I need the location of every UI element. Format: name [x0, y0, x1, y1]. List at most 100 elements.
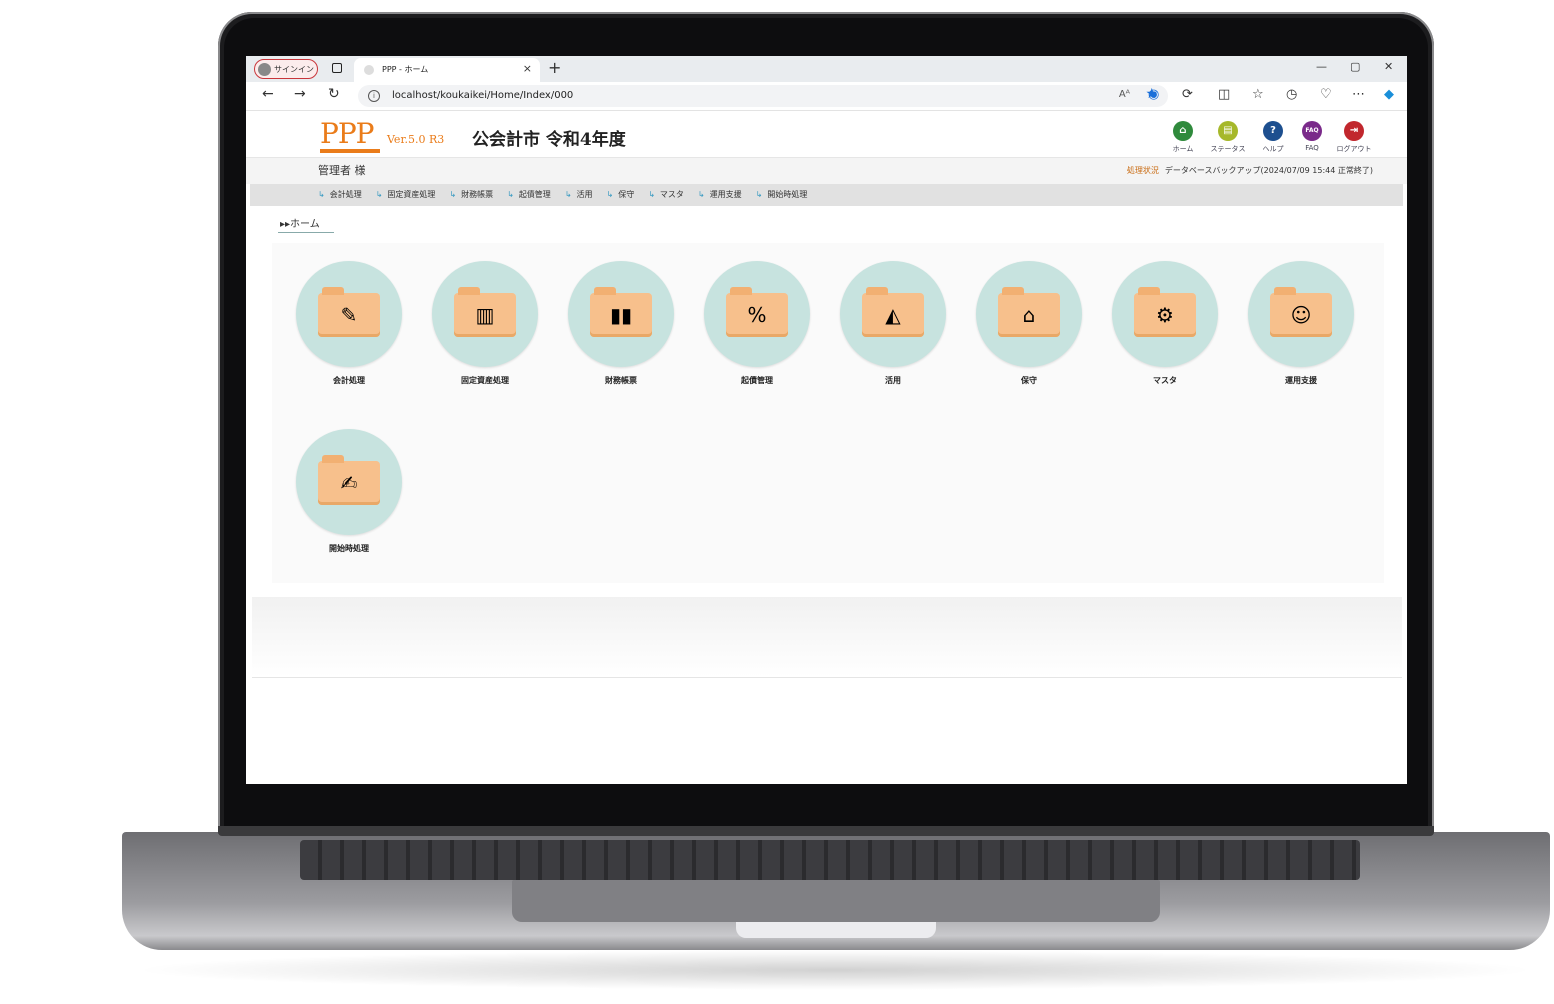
header-button-1[interactable]: ▤ ステータス: [1206, 121, 1250, 154]
breadcrumb[interactable]: ▸▸ホーム: [278, 215, 334, 233]
gear-window-icon: ⚙: [1156, 303, 1174, 327]
tile-label: 会計処理: [333, 376, 365, 385]
menu-item-label: 起債管理: [518, 190, 551, 199]
folder-icon: ✎: [318, 287, 380, 337]
tile-circle: %: [704, 261, 810, 367]
reload-icon[interactable]: ↻: [328, 86, 340, 102]
tile-label: 活用: [885, 376, 901, 385]
menu-item-label: 保守: [618, 190, 635, 199]
page-title: 公会計市 令和4年度: [472, 130, 626, 150]
favorites-icon[interactable]: ☆: [1252, 88, 1264, 102]
tab-actions-icon[interactable]: [332, 63, 342, 73]
folder-icon: ⌂: [998, 287, 1060, 337]
menu-tile-5[interactable]: ⌂ 保守: [974, 261, 1084, 386]
menu-item-label: 活用: [576, 190, 593, 199]
close-window-button[interactable]: ✕: [1384, 60, 1393, 73]
new-tab-button[interactable]: +: [548, 58, 561, 77]
menu-item-5[interactable]: ↳ 保守: [607, 189, 635, 200]
menu-arrow-icon: ↳: [564, 190, 572, 199]
status-message: 処理状況 データベースバックアップ(2024/07/09 15:44 正常終了): [1127, 165, 1373, 176]
tile-circle: ✍: [296, 429, 402, 535]
menu-item-1[interactable]: ↳ 固定資産処理: [376, 189, 436, 200]
tile-label: 固定資産処理: [461, 376, 509, 385]
folder-icon: ☺: [1270, 287, 1332, 337]
tab-close-icon[interactable]: ×: [523, 62, 532, 75]
tile-circle: ☺: [1248, 261, 1354, 367]
history-icon[interactable]: ◷: [1286, 88, 1297, 102]
folder-icon: %: [726, 287, 788, 337]
menu-tile-0[interactable]: ✎ 会計処理: [294, 261, 404, 386]
menu-arrow-icon: ↳: [606, 190, 614, 199]
forward-icon[interactable]: →: [294, 86, 306, 102]
faq-icon: FAQ: [1302, 121, 1322, 141]
trackpad: [512, 880, 1160, 922]
keyboard: [300, 840, 1360, 880]
header-button-label: ステータス: [1210, 145, 1246, 153]
menu-item-label: 財務帳票: [461, 190, 494, 199]
menu-tile-8[interactable]: ✍ 開始時処理: [294, 429, 404, 554]
menu-item-2[interactable]: ↳ 財務帳票: [449, 189, 493, 200]
tile-label: 起債管理: [741, 376, 773, 385]
ppp-logo[interactable]: PPP: [320, 117, 380, 153]
menu-tile-4[interactable]: ◭ 活用: [838, 261, 948, 386]
tile-circle: ▮▮: [568, 261, 674, 367]
profile-icon: [258, 62, 271, 76]
copilot-icon[interactable]: ◆: [1384, 88, 1394, 102]
menu-tile-6[interactable]: ⚙ マスタ: [1110, 261, 1220, 386]
menu-item-label: 運用支援: [709, 190, 742, 199]
percent-icon: %: [747, 303, 767, 327]
browser-tab[interactable]: PPP - ホーム ×: [354, 58, 540, 82]
puzzle-icon[interactable]: ⟳: [1182, 88, 1193, 102]
menu-item-7[interactable]: ↳ 運用支援: [698, 189, 742, 200]
tile-circle: ✎: [296, 261, 402, 367]
menu-item-0[interactable]: ↳ 会計処理: [318, 189, 362, 200]
header-button-0[interactable]: ⌂ ホーム: [1161, 121, 1205, 154]
read-aloud-icon[interactable]: Aᴬ: [1119, 89, 1130, 100]
tab-bar: サインイン PPP - ホーム × + — ▢ ✕: [246, 56, 1407, 82]
site-info-icon[interactable]: i: [368, 90, 380, 102]
accounting-icon: ✎: [340, 303, 358, 327]
tab-title: PPP - ホーム: [382, 65, 429, 74]
folder-icon: ⚙: [1134, 287, 1196, 337]
tile-circle: ▥: [432, 261, 538, 367]
menu-item-label: マスタ: [659, 190, 684, 199]
menu-tile-7[interactable]: ☺ 運用支援: [1246, 261, 1356, 386]
split-screen-icon[interactable]: ◫: [1218, 88, 1230, 102]
header-button-4[interactable]: ⇥ ログアウト: [1332, 121, 1376, 154]
laptop-hinge: [218, 826, 1434, 836]
logout-icon: ⇥: [1344, 121, 1364, 141]
lock-cabinet-icon: ⌂: [1022, 303, 1036, 327]
back-icon[interactable]: ←: [262, 86, 274, 102]
menu-tile-1[interactable]: ▥ 固定資産処理: [430, 261, 540, 386]
building-icon: ▥: [475, 303, 495, 327]
main-menu: ↳ 会計処理 ↳ 固定資産処理 ↳ 財務帳票 ↳ 起債管理 ↳ 活用 ↳ 保守 ↳ マスタ ↳ 運用支援 ↳ 開始…: [250, 184, 1403, 206]
help-icon: ?: [1263, 121, 1283, 141]
header-button-label: ログアウト: [1336, 145, 1372, 153]
user-bar: 管理者 様 処理状況 データベースバックアップ(2024/07/09 15:44 …: [246, 157, 1407, 184]
document-edit-icon: ✍: [340, 471, 358, 495]
menu-tile-2[interactable]: ▮▮ 財務帳票: [566, 261, 676, 386]
menu-tile-3[interactable]: % 起債管理: [702, 261, 812, 386]
url-field[interactable]: i localhost/koukaikei/Home/Index/000 Aᴬ …: [358, 85, 1168, 107]
user-name: 管理者 様: [318, 164, 366, 177]
folder-icon: ◭: [862, 287, 924, 337]
more-icon[interactable]: ⋯: [1352, 88, 1365, 102]
signin-label: サインイン: [274, 64, 314, 74]
signin-button[interactable]: サインイン: [254, 59, 318, 79]
footer: [252, 597, 1402, 678]
chart-icon: ◭: [885, 303, 901, 327]
maximize-button[interactable]: ▢: [1350, 60, 1360, 73]
menu-item-6[interactable]: ↳ マスタ: [648, 189, 684, 200]
extension-icon[interactable]: ◉: [1148, 88, 1159, 102]
menu-item-4[interactable]: ↳ 活用: [565, 189, 593, 200]
header-button-3[interactable]: FAQ FAQ: [1290, 121, 1334, 152]
performance-icon[interactable]: ♡: [1320, 88, 1332, 102]
status-icon: ▤: [1218, 121, 1238, 141]
menu-item-8[interactable]: ↳ 開始時処理: [756, 189, 808, 200]
minimize-button[interactable]: —: [1316, 60, 1327, 73]
menu-item-3[interactable]: ↳ 起債管理: [507, 189, 551, 200]
menu-item-label: 開始時処理: [767, 190, 808, 199]
tile-circle: ⌂: [976, 261, 1082, 367]
menu-arrow-icon: ↳: [375, 190, 383, 199]
header-button-2[interactable]: ? ヘルプ: [1251, 121, 1295, 154]
